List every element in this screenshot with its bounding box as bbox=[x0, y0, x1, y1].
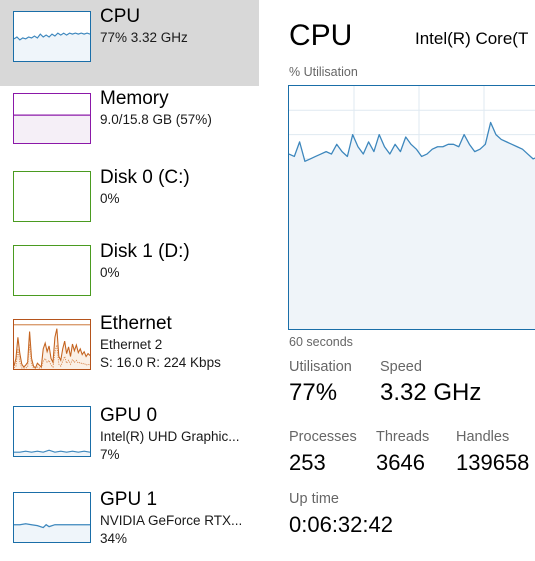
sidebar-item-ethernet[interactable]: Ethernet Ethernet 2 S: 16.0 R: 224 Kbps bbox=[0, 312, 259, 402]
stat-value-handles: 139658 bbox=[456, 450, 530, 475]
sidebar-item-gpu1[interactable]: GPU 1 NVIDIA GeForce RTX... 34% bbox=[0, 488, 259, 561]
graph-x-axis-label: 60 seconds bbox=[289, 335, 353, 349]
disk1-thumbnail-graph bbox=[13, 245, 91, 296]
cpu-detail-panel: CPU Intel(R) Core(T % Utilisation 60 sec… bbox=[270, 0, 535, 561]
sidebar-item-gpu0[interactable]: GPU 0 Intel(R) UHD Graphic... 7% bbox=[0, 402, 259, 488]
stat-value-uptime: 0:06:32:42 bbox=[289, 512, 393, 537]
cpu-thumbnail-graph bbox=[13, 11, 91, 62]
memory-thumbnail-graph bbox=[13, 93, 91, 144]
stat-label-threads: Threads bbox=[376, 429, 430, 445]
graph-y-axis-label: % Utilisation bbox=[289, 65, 358, 79]
sidebar-sub-cpu-1: 77% 3.32 GHz bbox=[100, 30, 188, 45]
task-manager-performance-view: CPU 77% 3.32 GHz Memory 9.0/15.8 GB (57%… bbox=[0, 0, 535, 561]
memory-text-block: Memory 9.0/15.8 GB (57%) bbox=[100, 87, 256, 129]
gpu1-thumbnail-graph bbox=[13, 492, 91, 543]
stat-value-processes: 253 bbox=[289, 450, 326, 475]
disk0-thumbnail-graph bbox=[13, 171, 91, 222]
stat-speed: Speed 3.32 GHz bbox=[380, 358, 481, 409]
cpu-text-block: CPU 77% 3.32 GHz bbox=[100, 5, 256, 47]
ethernet-thumbnail-graph bbox=[13, 319, 91, 370]
stat-label-uptime: Up time bbox=[289, 491, 339, 507]
cpu-utilisation-chart bbox=[288, 85, 535, 330]
page-title: CPU bbox=[289, 19, 353, 52]
sidebar-item-disk1[interactable]: Disk 1 (D:) 0% bbox=[0, 240, 259, 314]
gpu1-text-block: GPU 1 NVIDIA GeForce RTX... 34% bbox=[100, 488, 256, 548]
sidebar-sub-gpu0-1: Intel(R) UHD Graphic... bbox=[100, 429, 240, 444]
sidebar-item-memory[interactable]: Memory 9.0/15.8 GB (57%) bbox=[0, 86, 259, 166]
resource-sidebar[interactable]: CPU 77% 3.32 GHz Memory 9.0/15.8 GB (57%… bbox=[0, 0, 259, 561]
stat-threads: Threads 3646 bbox=[376, 428, 429, 479]
ethernet-text-block: Ethernet Ethernet 2 S: 16.0 R: 224 Kbps bbox=[100, 312, 256, 372]
sidebar-sub-gpu0-2: 7% bbox=[100, 447, 120, 462]
gpu0-thumbnail-graph bbox=[13, 406, 91, 457]
sidebar-sub-disk0-1: 0% bbox=[100, 191, 120, 206]
disk1-text-block: Disk 1 (D:) 0% bbox=[100, 240, 256, 282]
sidebar-sub-gpu1-1: NVIDIA GeForce RTX... bbox=[100, 513, 243, 528]
detail-header: CPU Intel(R) Core(T bbox=[270, 16, 535, 60]
sidebar-label-cpu: CPU bbox=[100, 6, 141, 27]
sidebar-label-gpu1: GPU 1 bbox=[100, 489, 158, 510]
disk0-text-block: Disk 0 (C:) 0% bbox=[100, 166, 256, 208]
sidebar-label-disk0: Disk 0 (C:) bbox=[100, 167, 190, 188]
sidebar-sub-ethernet-2: S: 16.0 R: 224 Kbps bbox=[100, 355, 221, 370]
stat-handles: Handles 139658 bbox=[456, 428, 529, 479]
sidebar-sub-disk1-1: 0% bbox=[100, 265, 120, 280]
stat-utilisation: Utilisation 77% bbox=[289, 358, 352, 409]
stat-label-processes: Processes bbox=[289, 429, 357, 445]
stat-value-speed: 3.32 GHz bbox=[380, 379, 482, 406]
stat-uptime: Up time 0:06:32:42 bbox=[289, 490, 393, 541]
sidebar-sub-memory-1: 9.0/15.8 GB (57%) bbox=[100, 112, 212, 127]
chart-area-fill bbox=[289, 122, 535, 329]
sidebar-sub-ethernet-1: Ethernet 2 bbox=[100, 337, 163, 352]
sidebar-label-ethernet: Ethernet bbox=[100, 313, 172, 334]
stat-label-handles: Handles bbox=[456, 429, 510, 445]
stat-label-utilisation: Utilisation bbox=[289, 359, 352, 375]
stat-processes: Processes 253 bbox=[289, 428, 357, 479]
cpu-model-label: Intel(R) Core(T bbox=[415, 29, 529, 48]
sidebar-item-disk0[interactable]: Disk 0 (C:) 0% bbox=[0, 166, 259, 240]
stat-value-utilisation: 77% bbox=[289, 379, 338, 406]
cpu-utilisation-chart-svg bbox=[289, 86, 535, 329]
sidebar-label-memory: Memory bbox=[100, 88, 169, 109]
stat-value-threads: 3646 bbox=[376, 450, 425, 475]
sidebar-sub-gpu1-2: 34% bbox=[100, 531, 128, 546]
sidebar-label-gpu0: GPU 0 bbox=[100, 405, 158, 426]
stat-label-speed: Speed bbox=[380, 359, 422, 375]
sidebar-label-disk1: Disk 1 (D:) bbox=[100, 241, 190, 262]
sidebar-item-cpu[interactable]: CPU 77% 3.32 GHz bbox=[0, 0, 259, 86]
gpu0-text-block: GPU 0 Intel(R) UHD Graphic... 7% bbox=[100, 404, 256, 464]
